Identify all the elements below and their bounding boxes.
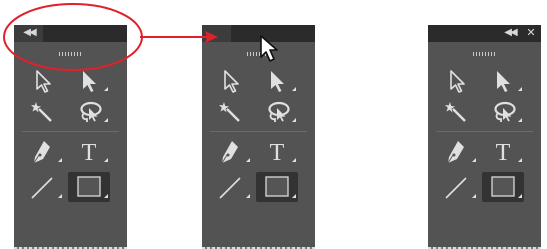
tool-button[interactable] <box>68 172 110 202</box>
tool-button[interactable] <box>22 96 64 126</box>
line-segment-icon <box>445 177 476 199</box>
magic-wand-icon <box>445 102 466 122</box>
tool-group-divider <box>210 131 307 132</box>
tool-button[interactable]: T <box>256 136 298 166</box>
tools-panel-docked: ◀◀ T <box>14 25 127 249</box>
collapse-expand-icon[interactable]: ◀◀ <box>22 26 36 40</box>
tool-group-divider <box>436 131 533 132</box>
selection-arrow-icon <box>224 70 239 93</box>
selection-arrow-icon <box>450 70 465 93</box>
tool-button[interactable] <box>22 136 64 166</box>
close-icon[interactable]: ✕ <box>524 26 538 40</box>
tool-button[interactable] <box>436 172 478 202</box>
panel-tab <box>202 25 231 42</box>
tool-button[interactable] <box>256 96 298 126</box>
line-segment-icon <box>31 177 62 199</box>
direct-selection-arrow-icon <box>497 71 522 92</box>
type-tool-icon: T <box>82 140 108 166</box>
tool-button[interactable] <box>210 136 252 166</box>
type-tool-icon: T <box>496 140 522 166</box>
tool-button[interactable] <box>436 96 478 126</box>
pen-tool-icon <box>33 141 62 164</box>
tool-button[interactable] <box>436 136 478 166</box>
tool-button[interactable] <box>482 65 524 95</box>
pen-tool-icon <box>221 141 250 164</box>
tool-button[interactable] <box>68 96 110 126</box>
tool-button[interactable] <box>482 96 524 126</box>
tool-button[interactable] <box>22 65 64 95</box>
magic-wand-icon <box>219 102 240 122</box>
pen-tool-icon <box>447 141 476 164</box>
panel-titlebar[interactable]: ◀◀ <box>14 25 127 42</box>
tool-button[interactable] <box>68 65 110 95</box>
panel-titlebar[interactable]: ◀◀ ✕ <box>428 25 541 42</box>
tool-button[interactable]: T <box>68 136 110 166</box>
lasso-icon <box>268 101 296 122</box>
mouse-pointer-icon <box>260 35 278 62</box>
line-segment-icon <box>219 177 250 199</box>
rectangle-tool-icon <box>77 176 108 198</box>
tool-button[interactable] <box>210 172 252 202</box>
svg-text:T: T <box>270 140 285 166</box>
tool-button[interactable] <box>210 65 252 95</box>
lasso-icon <box>494 101 522 122</box>
tools-panel-dragging: T <box>202 25 315 249</box>
direct-selection-arrow-icon <box>271 71 296 92</box>
type-tool-icon: T <box>270 140 296 166</box>
lasso-icon <box>80 101 108 122</box>
svg-text:T: T <box>82 140 97 166</box>
tool-button[interactable] <box>482 172 524 202</box>
tool-group-divider <box>22 131 119 132</box>
rectangle-tool-icon <box>265 176 296 198</box>
tool-button[interactable] <box>256 65 298 95</box>
tool-button[interactable] <box>22 172 64 202</box>
tool-button[interactable] <box>436 65 478 95</box>
tool-button[interactable]: T <box>482 136 524 166</box>
selection-arrow-icon <box>36 70 51 93</box>
panel-grip-handle[interactable] <box>59 52 83 56</box>
svg-text:T: T <box>496 140 511 166</box>
rectangle-tool-icon <box>491 176 522 198</box>
tool-button[interactable] <box>210 96 252 126</box>
panel-grip-handle[interactable] <box>473 52 497 56</box>
tools-panel-floating: ◀◀ ✕ T <box>428 25 541 249</box>
tool-button[interactable] <box>256 172 298 202</box>
collapse-expand-icon[interactable]: ◀◀ <box>502 26 518 40</box>
direct-selection-arrow-icon <box>83 71 108 92</box>
magic-wand-icon <box>31 102 52 122</box>
